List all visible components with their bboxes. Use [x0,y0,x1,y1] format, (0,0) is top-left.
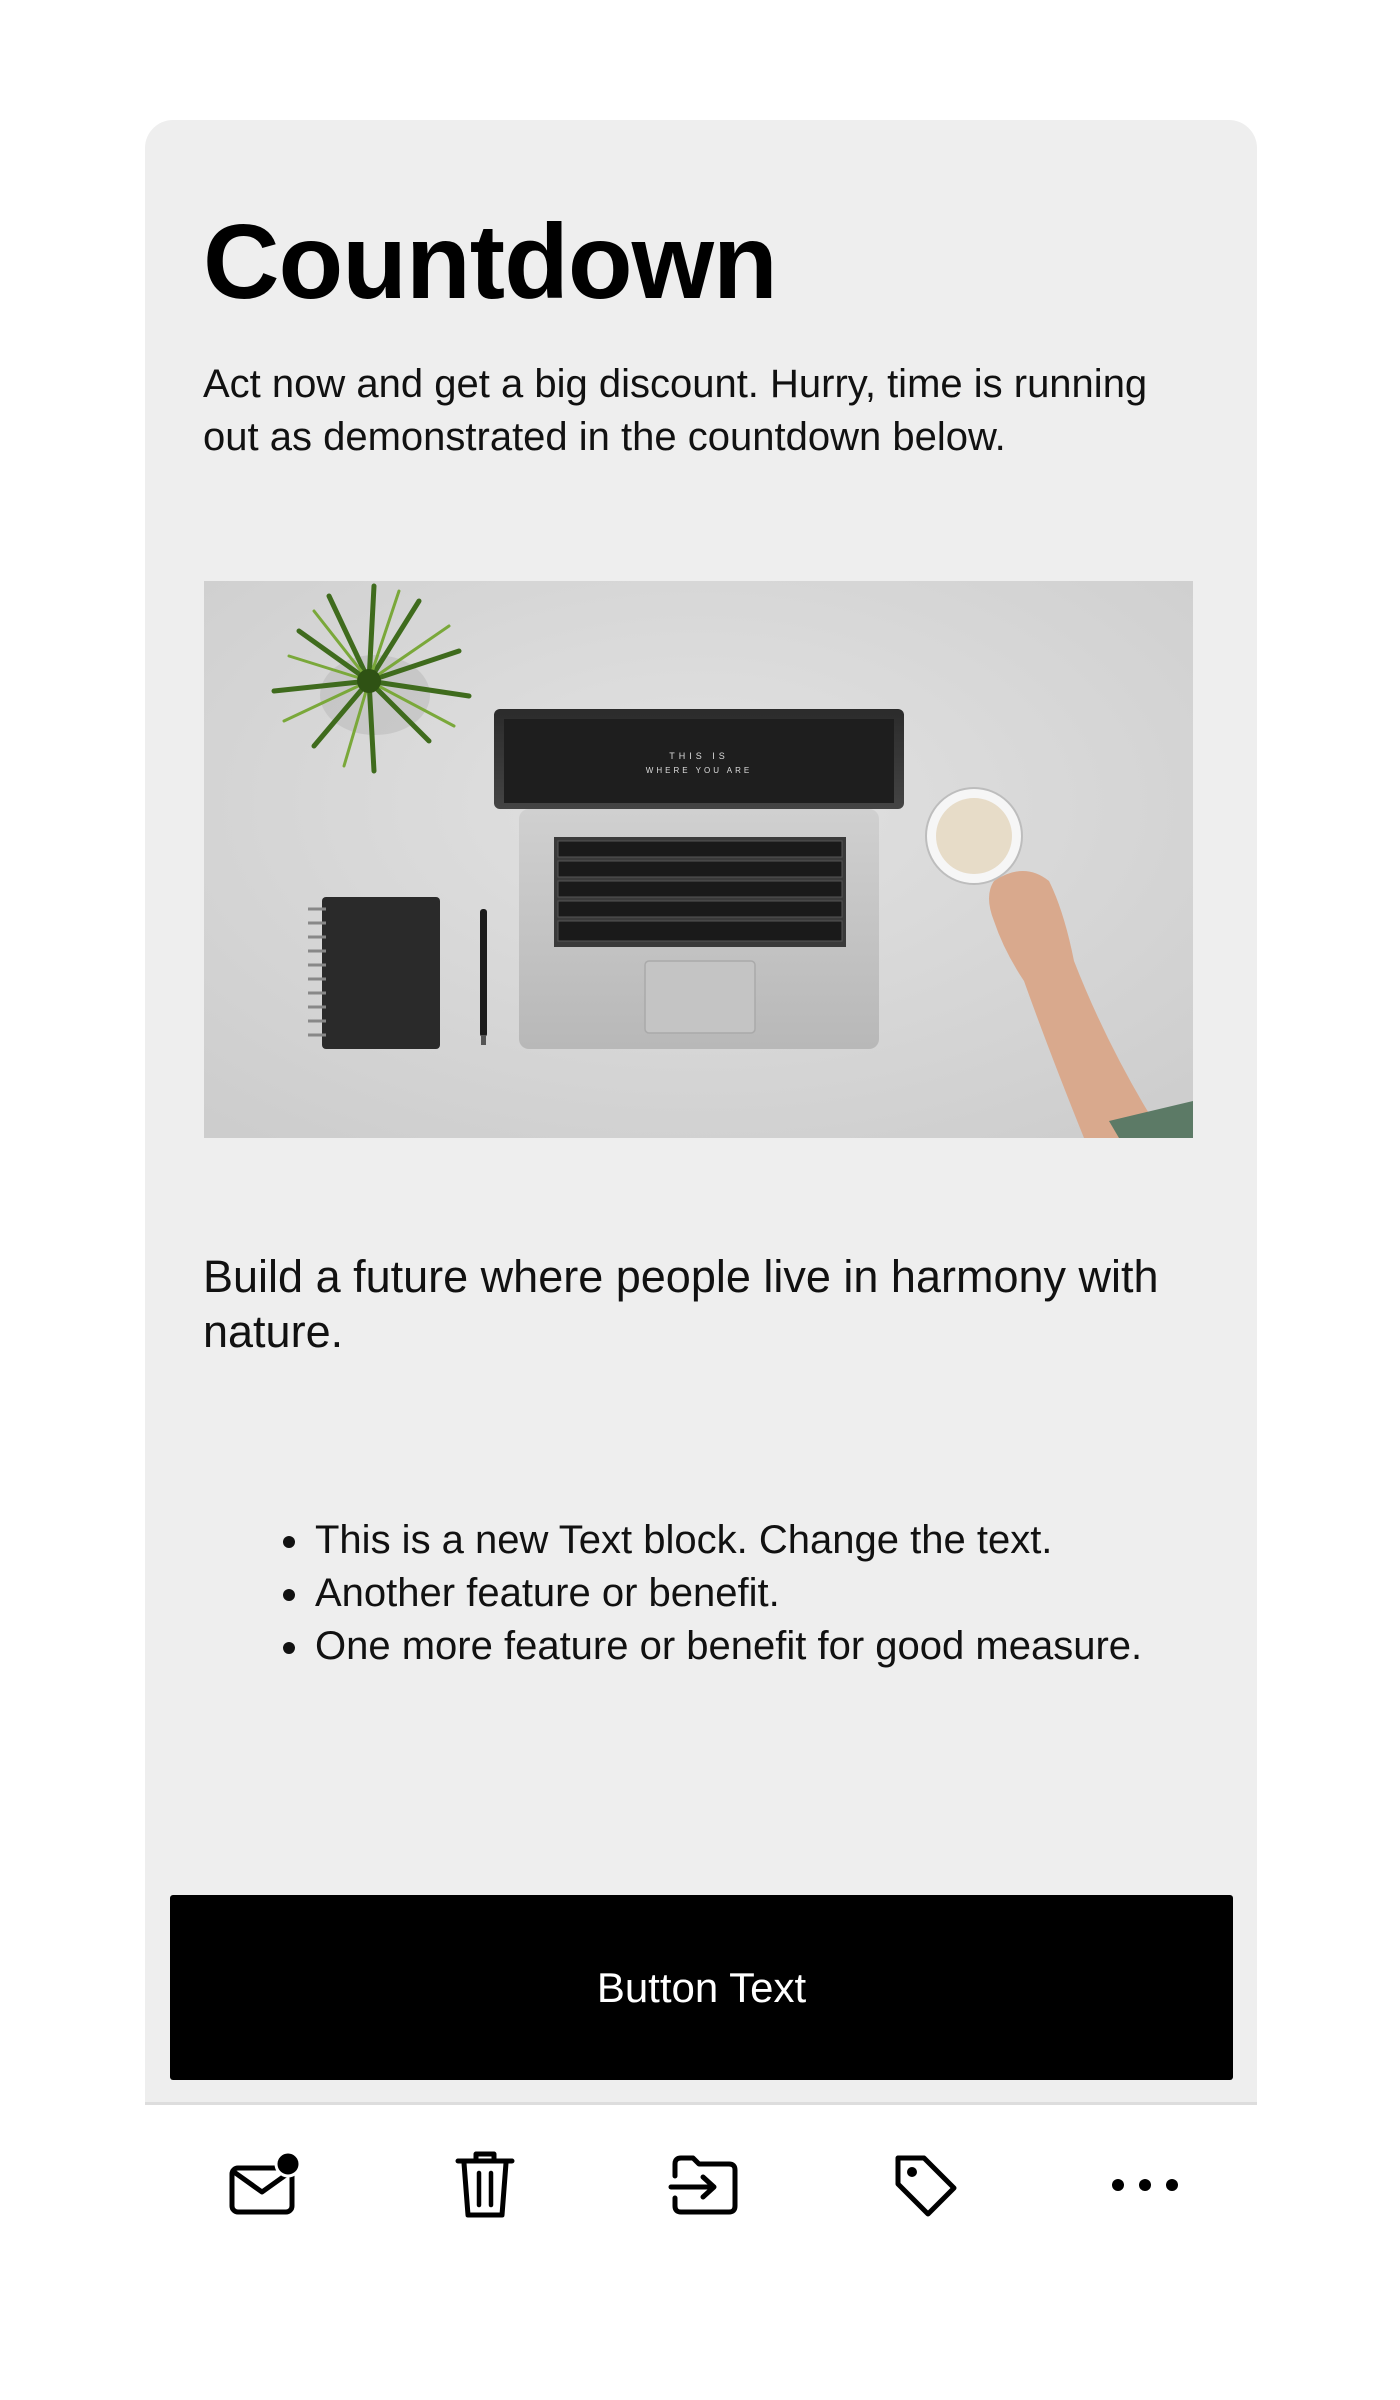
laptop-screen-text-2: WHERE YOU ARE [646,766,752,775]
mark-unread-button[interactable] [209,2130,319,2240]
notebook-illustration [308,897,440,1049]
feature-item: One more feature or benefit for good mea… [313,1620,1142,1673]
feature-item: Another feature or benefit. [313,1567,1142,1620]
cta-button[interactable]: Button Text [170,1895,1233,2080]
more-icon [1112,2179,1178,2191]
email-card: Countdown Act now and get a big discount… [145,120,1257,2105]
tagline-text: Build a future where people live in harm… [203,1251,1159,1357]
move-button[interactable] [650,2130,760,2240]
laptop-illustration: THIS IS WHERE YOU ARE [494,709,904,1049]
delete-button[interactable] [430,2130,540,2240]
trash-icon [455,2151,515,2218]
mail-unread-icon [229,2150,302,2215]
pen-illustration [480,909,487,1045]
feature-list: This is a new Text block. Change the tex… [203,1514,1142,1673]
feature-item: This is a new Text block. Change the tex… [313,1514,1142,1567]
laptop-screen-text-1: THIS IS [669,751,729,761]
coffee-cup-illustration [925,787,1023,885]
tag-icon [895,2155,957,2217]
intro-text: Act now and get a big discount. Hurry, t… [203,362,1148,460]
more-button[interactable] [1090,2130,1200,2240]
email-title: Countdown [203,203,778,321]
hero-image: THIS IS WHERE YOU ARE [204,581,1193,1138]
move-to-folder-icon [668,2155,738,2215]
bottom-toolbar [0,2130,1400,2250]
tag-button[interactable] [870,2130,980,2240]
